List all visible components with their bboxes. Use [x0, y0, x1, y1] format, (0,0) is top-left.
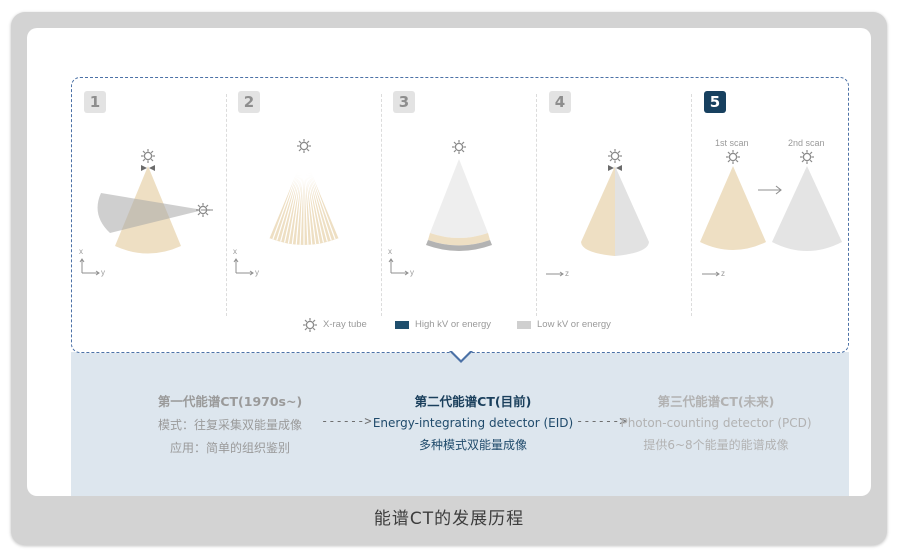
axis-label: x	[79, 247, 83, 256]
generation-title: 第二代能谱CT(目前)	[414, 394, 532, 409]
axis-label: x	[388, 247, 392, 256]
legend-high-label: High kV or energy	[415, 319, 492, 330]
generation-mode: 模式：往复采集双能量成像	[157, 418, 302, 432]
panel-1-diagram	[79, 148, 213, 276]
generation-detector: Energy-integrating detector (EID)	[372, 416, 574, 430]
figure-card: 1 2 3 4 5 x y x y x y z z 1st scan 2nd s…	[27, 28, 871, 496]
generation-first: 第一代能谱CT(1970s~) 模式：往复采集双能量成像 应用：简单的组织鉴别	[119, 391, 341, 456]
panel-3-diagram	[388, 139, 492, 276]
generation-detail: 提供6~8个能量的能谱成像	[643, 438, 789, 452]
panel-4-diagram	[546, 148, 649, 277]
scan-label-second: 2nd scan	[788, 138, 825, 148]
generation-second: 第二代能谱CT(目前) Energy-integrating detector …	[353, 391, 593, 453]
legend-high-swatch	[395, 321, 409, 329]
generation-title: 第一代能谱CT(1970s~)	[157, 394, 303, 409]
legend-low-swatch	[517, 321, 531, 329]
panel-5-diagram	[700, 149, 842, 277]
legend-tube-icon	[302, 317, 318, 333]
generation-title: 第三代能谱CT(未来)	[657, 394, 775, 409]
figure-frame: 1 2 3 4 5 x y x y x y z z 1st scan 2nd s…	[11, 12, 887, 545]
scan-label-first: 1st scan	[715, 138, 749, 148]
axis-label: z	[565, 269, 569, 278]
panel-2-diagram	[233, 138, 340, 276]
axis-label: y	[410, 268, 414, 277]
legend-low-label: Low kV or energy	[537, 319, 611, 330]
axis-label: y	[255, 268, 259, 277]
generation-detector: Photon-counting detector (PCD)	[620, 416, 812, 430]
legend-tube-label: X-ray tube	[323, 319, 367, 330]
axis-label: y	[101, 268, 105, 277]
generation-third: 第三代能谱CT(未来) Photon-counting detector (PC…	[605, 391, 827, 453]
scanner-diagrams	[79, 138, 842, 333]
generation-detail: 多种模式双能量成像	[418, 438, 527, 452]
axis-label: x	[233, 247, 237, 256]
axis-label: z	[721, 269, 725, 278]
generation-detail: 应用：简单的组织鉴别	[169, 441, 290, 455]
figure-caption: 能谱CT的发展历程	[373, 509, 525, 529]
